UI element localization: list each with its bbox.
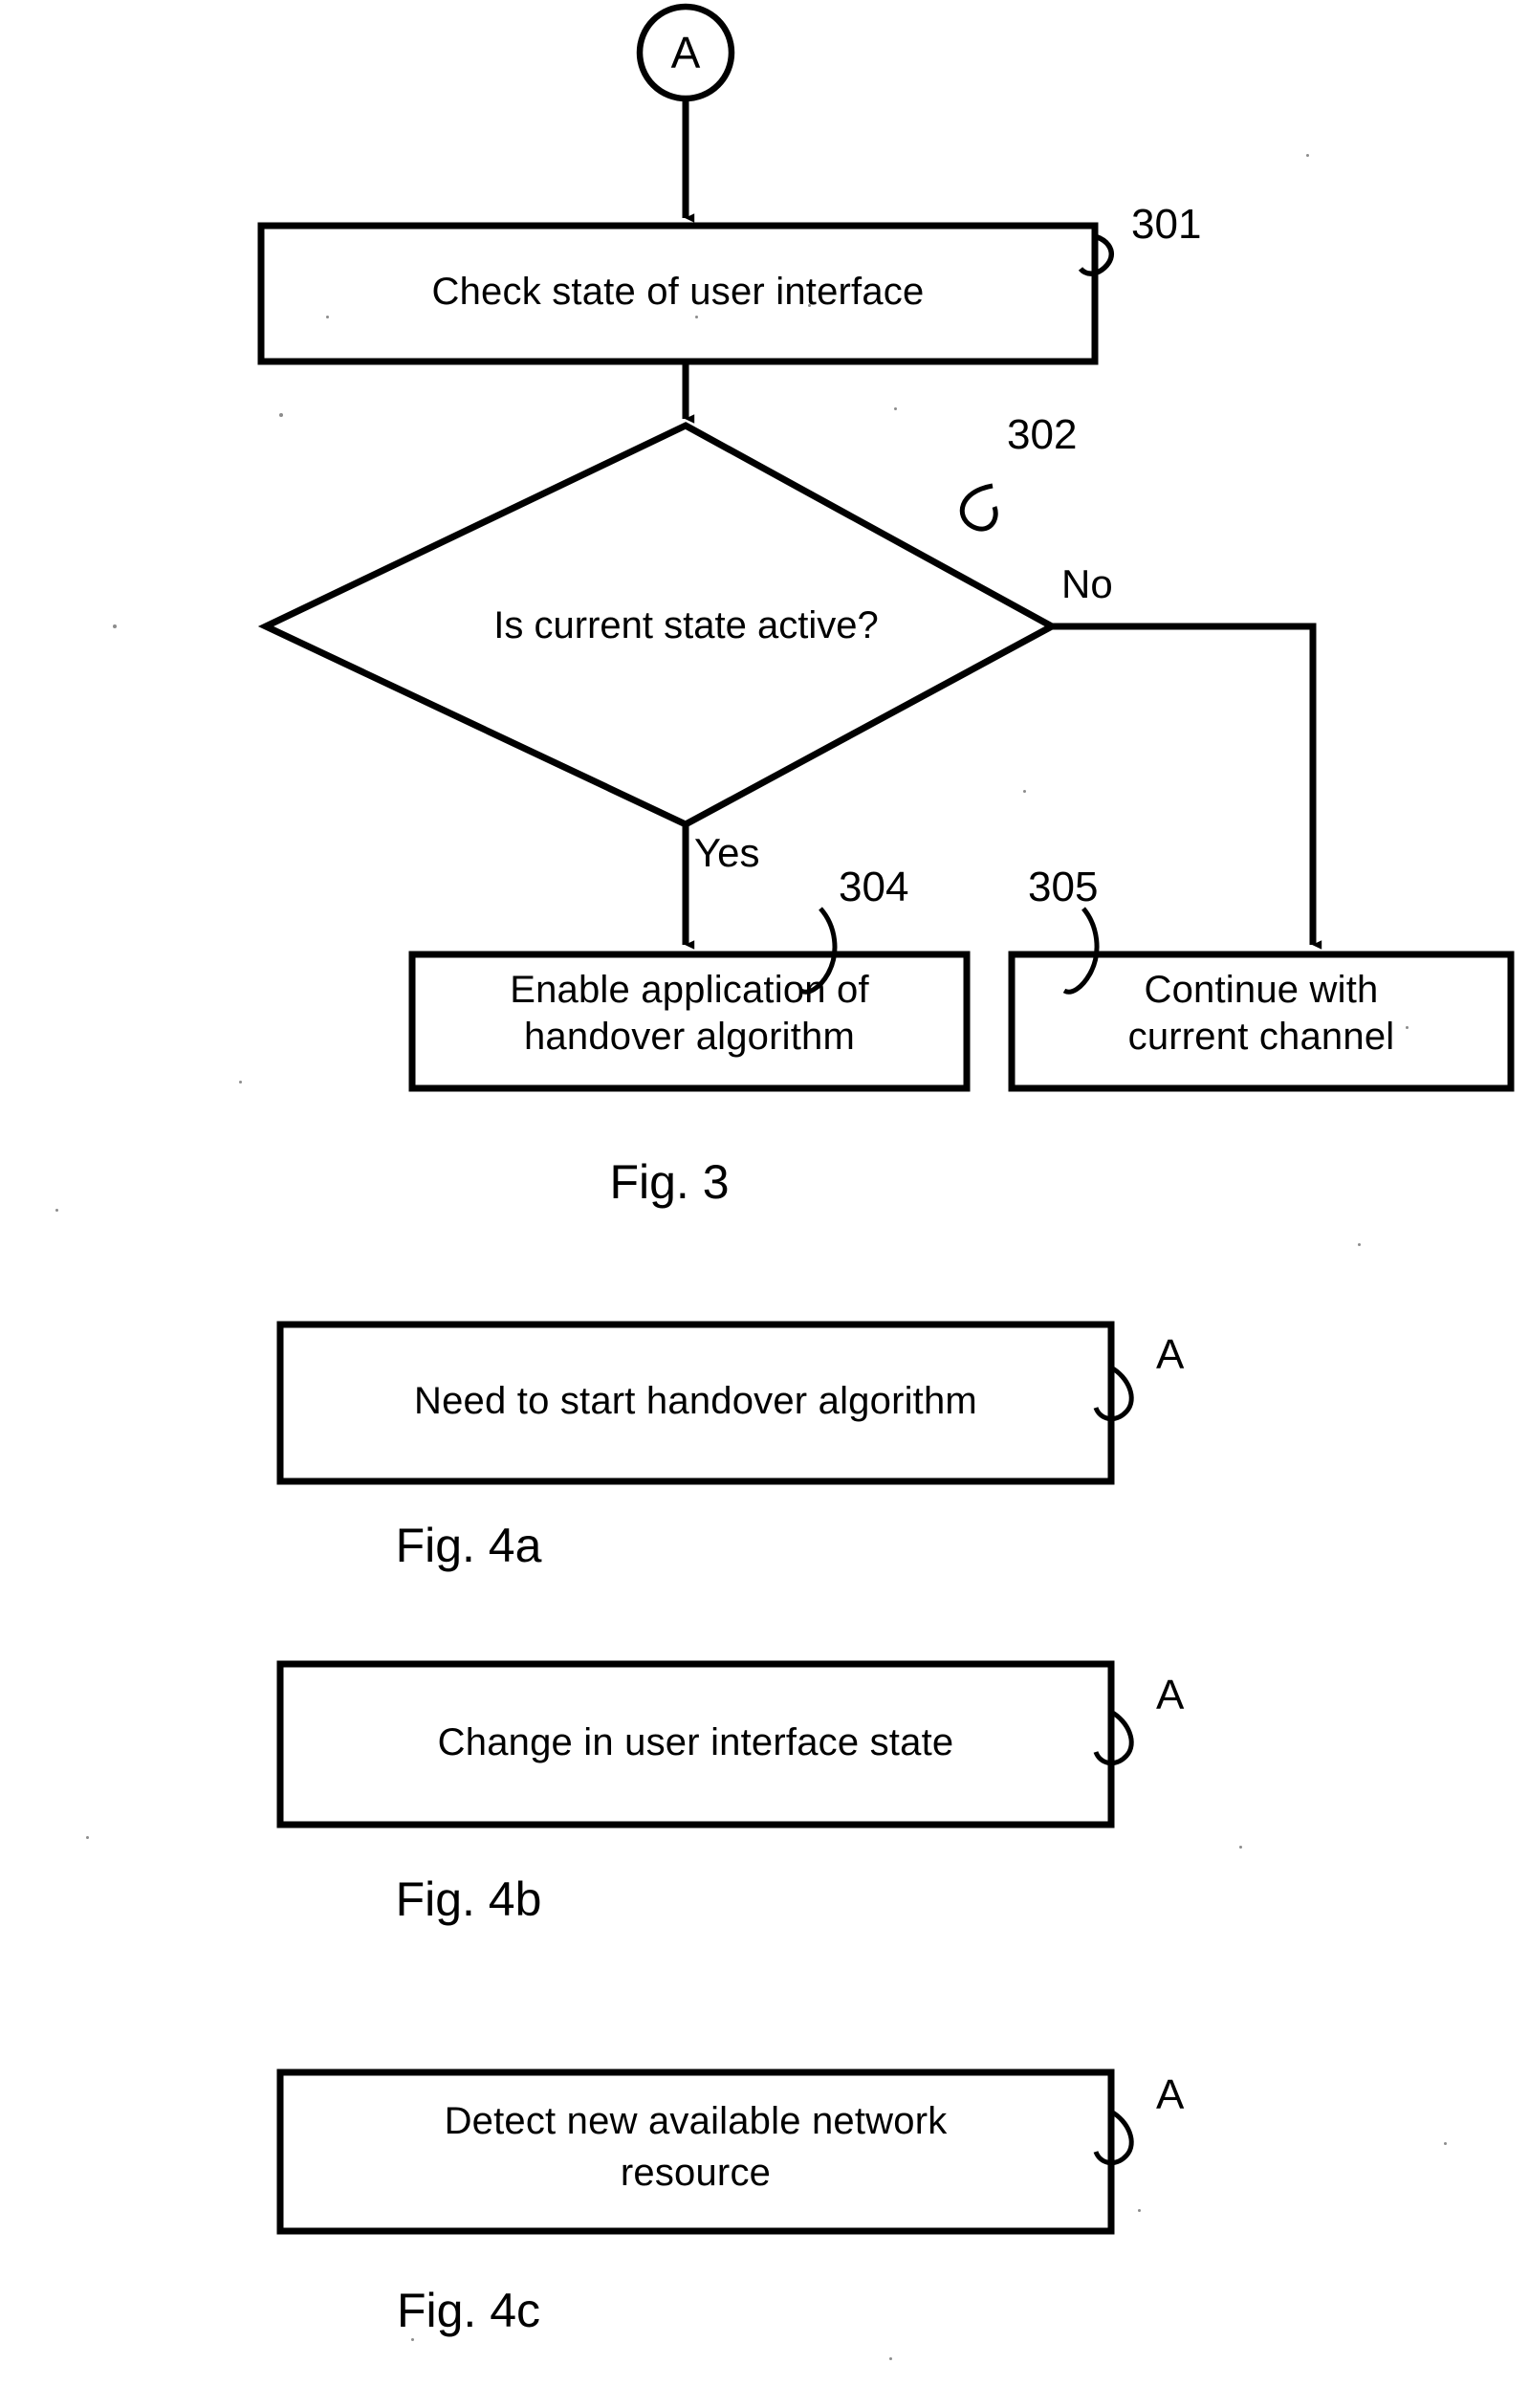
scan-speck [808, 304, 811, 307]
scan-speck [1306, 154, 1309, 157]
ref-number-304: 304 [839, 864, 909, 910]
box-304-label-line1: Enable application of [510, 969, 869, 1011]
connector-label-fig4a: A [1156, 1331, 1185, 1378]
figure-caption-fig4a: Fig. 4a [395, 1519, 542, 1572]
scan-speck [279, 413, 283, 417]
scan-speck [1358, 1243, 1361, 1246]
scan-speck [889, 2357, 892, 2360]
scan-speck [55, 1209, 58, 1212]
ref-number-302: 302 [1007, 411, 1078, 458]
scan-speck [411, 2338, 414, 2341]
scan-speck [326, 316, 329, 318]
leader-302 [959, 483, 998, 532]
figure-caption-fig4c: Fig. 4c [396, 2284, 541, 2337]
ref-number-305: 305 [1028, 864, 1099, 910]
ref-number-301: 301 [1131, 201, 1202, 248]
scan-speck [1023, 790, 1026, 793]
figure-caption-fig4b: Fig. 4b [395, 1872, 542, 1926]
box-305-label-line2: current channel [1127, 1016, 1395, 1058]
figure-caption-fig3: Fig. 3 [609, 1155, 730, 1209]
scan-speck [1444, 2142, 1447, 2145]
scan-speck [1239, 1846, 1242, 1849]
box-304-label-line2: handover algorithm [523, 1016, 856, 1058]
scan-speck [1138, 2209, 1141, 2212]
box-305-label-line1: Continue with [1144, 969, 1379, 1011]
scan-speck [1406, 1026, 1409, 1029]
connector-a-label: A [670, 28, 701, 77]
box-301-label: Check state of user interface [431, 271, 925, 313]
connector-label-fig4c: A [1156, 2071, 1185, 2118]
scan-speck [239, 1081, 242, 1084]
scan-speck [695, 316, 698, 318]
branch-label-no: No [1061, 561, 1113, 606]
scan-speck [894, 407, 897, 410]
scan-speck [113, 624, 117, 628]
branch-label-yes: Yes [694, 830, 760, 875]
box-fig4a-label: Need to start handover algorithm [414, 1380, 977, 1422]
box-fig4c-label-line2: resource [620, 2152, 772, 2194]
box-fig4c-label-line1: Detect new available network [444, 2100, 948, 2142]
box-fig4b-label: Change in user interface state [437, 1721, 954, 1763]
patent-figure-sheet: A Check state of user interface 301 Is c… [0, 0, 1529, 2408]
connector-label-fig4b: A [1156, 1672, 1185, 1718]
diamond-302-label: Is current state active? [493, 604, 879, 646]
scan-speck [86, 1836, 89, 1839]
